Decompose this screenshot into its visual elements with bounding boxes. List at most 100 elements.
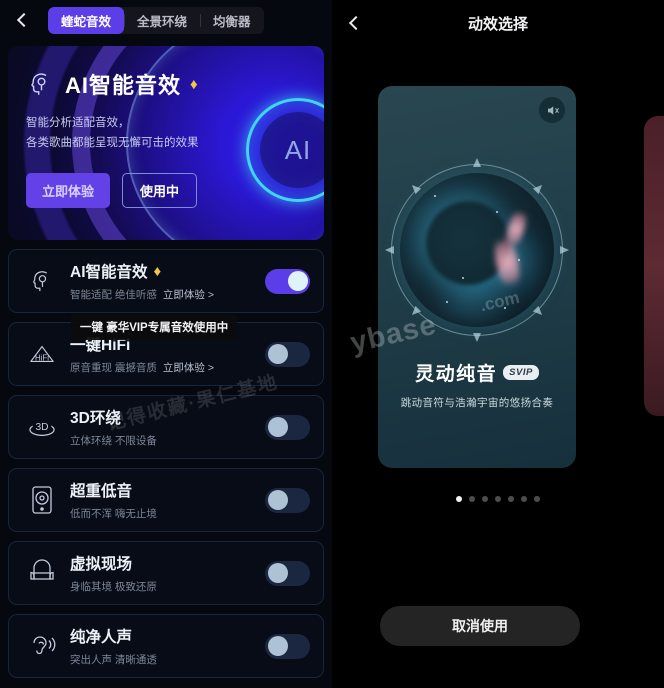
list-item-title: 纯净人声: [70, 629, 133, 646]
toggle-knob: [267, 636, 288, 656]
toggle-knob: [267, 490, 288, 510]
list-item-pure-vocal[interactable]: 纯净人声 突出人声 清晰通透: [8, 614, 324, 678]
carousel-dot[interactable]: [469, 496, 475, 502]
list-item-title-row: 纯净人声: [70, 625, 265, 647]
toggle-knob: [267, 417, 288, 437]
list-item-text: AI智能音效 ♦ 智能适配 绝佳听感 立即体验 >: [62, 260, 265, 302]
try-now-button[interactable]: 立即体验: [26, 173, 111, 209]
list-item-title: 3D环绕: [70, 410, 121, 427]
list-item-sub-row: 立体环绕 不限设备: [70, 433, 265, 448]
tab-viper-sound[interactable]: 蝰蛇音效: [48, 6, 125, 34]
list-item-subtitle: 立体环绕 不限设备: [70, 435, 157, 447]
list-item-subtitle: 原音重现 震撼音质: [70, 362, 157, 374]
svg-text:3D: 3D: [35, 422, 48, 433]
list-item-one-key-hifi[interactable]: 一键 豪华VIP专属音效使用中 HiFi 一键HiFi 原音重现 震撼音质 立即…: [8, 314, 324, 386]
tab-equalizer[interactable]: 均衡器: [200, 7, 264, 34]
cosmic-orb-graphic: [385, 158, 569, 342]
list-item-text: 虚拟现场 身临其境 极致还原: [62, 552, 265, 594]
orb-spike: [385, 246, 394, 254]
list-item-virtual-venue[interactable]: 虚拟现场 身临其境 极致还原: [8, 541, 324, 605]
orb-spike: [473, 333, 481, 342]
star-speck: [462, 277, 464, 279]
list-item-sub-row: 原音重现 震撼音质 立即体验 >: [70, 360, 265, 375]
star-speck: [518, 259, 520, 261]
armchair-icon: [22, 559, 62, 587]
3d-surround-icon: 3D: [22, 414, 62, 440]
tab-label: 蝰蛇音效: [61, 14, 112, 29]
hero-subtitle: 智能分析适配音效， 各类歌曲都能呈现无懈可击的效果: [26, 113, 324, 153]
list-item-sub-row: 低而不浑 嗨无止境: [70, 506, 265, 521]
effect-caption: 灵动纯音 SVIP 跳动音符与浩瀚宇宙的悠扬合奏: [378, 359, 576, 410]
orb-spike: [560, 246, 569, 254]
tab-label: 均衡器: [213, 14, 251, 29]
subwoofer-icon: [22, 485, 62, 515]
hero-title: AI智能音效: [65, 73, 182, 98]
list-item-subtitle: 智能适配 绝佳听感: [70, 289, 157, 301]
svip-badge: SVIP: [503, 365, 539, 380]
diamond-icon: ♦: [153, 262, 162, 280]
hifi-icon: HiFi: [22, 341, 62, 367]
list-item-subwoofer[interactable]: 超重低音 低而不浑 嗨无止境: [8, 468, 324, 532]
star-speck: [446, 301, 448, 303]
carousel-dot[interactable]: [482, 496, 488, 502]
list-item-ai-sound[interactable]: AI智能音效 ♦ 智能适配 绝佳听感 立即体验 >: [8, 249, 324, 313]
in-use-button[interactable]: 使用中: [122, 173, 198, 209]
list-item-title-row: 3D环绕: [70, 406, 265, 428]
carousel-dot[interactable]: [534, 496, 540, 502]
list-item-link[interactable]: 立即体验 >: [163, 360, 214, 375]
ear-icon: [22, 631, 62, 661]
effects-list: AI智能音效 ♦ 智能适配 绝佳听感 立即体验 > 一键 豪华VIP专属音效使用…: [0, 249, 332, 678]
toggle-knob: [267, 344, 288, 364]
toggle-virtual-venue[interactable]: [265, 560, 310, 586]
carousel-dots: [332, 496, 664, 502]
back-button[interactable]: [6, 4, 38, 36]
speaker-mute-icon[interactable]: [539, 97, 565, 123]
carousel-dot[interactable]: [521, 496, 527, 502]
list-item-text: 3D环绕 立体环绕 不限设备: [62, 406, 265, 448]
star-speck: [434, 195, 436, 197]
list-item-text: 纯净人声 突出人声 清晰通透: [62, 625, 265, 667]
dual-screen-container: 蝰蛇音效 全景环绕 均衡器 AI AI智能音效 ♦ 智能分析适配音效， 各类歌曲…: [0, 0, 664, 688]
page-title: 动效选择: [467, 15, 528, 33]
vip-tooltip: 一键 豪华VIP专属音效使用中: [71, 314, 238, 340]
cancel-use-button[interactable]: 取消使用: [380, 606, 580, 646]
list-item-sub-row: 智能适配 绝佳听感 立即体验 >: [70, 287, 265, 302]
next-effect-card-peek[interactable]: [644, 116, 664, 416]
orb-spike: [473, 158, 481, 167]
ai-brain-icon: [26, 69, 56, 99]
tab-surround[interactable]: 全景环绕: [124, 7, 200, 34]
toggle-knob: [267, 563, 288, 583]
list-item-title-row: 超重低音: [70, 479, 265, 501]
list-item-link[interactable]: 立即体验 >: [163, 287, 214, 302]
ai-brain-icon: [22, 267, 62, 295]
list-item-subtitle: 身临其境 极致还原: [70, 581, 157, 593]
toggle-ai-sound[interactable]: [265, 268, 310, 294]
carousel-dot[interactable]: [508, 496, 514, 502]
carousel-dot[interactable]: [495, 496, 501, 502]
list-item-3d-surround[interactable]: 3D 3D环绕 立体环绕 不限设备: [8, 395, 324, 459]
effect-picker-screen: 动效选择 灵动纯音 SVIP 跳动音符与浩瀚宇宙的悠扬合奏 取消使用 ybase…: [332, 0, 664, 688]
toggle-pure-vocal[interactable]: [265, 633, 310, 659]
carousel-dot[interactable]: [456, 496, 462, 502]
right-top-bar: 动效选择: [332, 0, 664, 46]
toggle-subwoofer[interactable]: [265, 487, 310, 513]
list-item-title-row: AI智能音效 ♦: [70, 260, 265, 282]
ai-sound-hero-banner[interactable]: AI AI智能音效 ♦ 智能分析适配音效， 各类歌曲都能呈现无懈可击的效果 立即…: [8, 46, 324, 240]
effect-card-active[interactable]: 灵动纯音 SVIP 跳动音符与浩瀚宇宙的悠扬合奏: [378, 86, 576, 468]
toggle-one-key-hifi[interactable]: [265, 341, 310, 367]
tab-label: 全景环绕: [137, 14, 188, 29]
list-item-title: 虚拟现场: [70, 556, 133, 573]
toggle-3d-surround[interactable]: [265, 414, 310, 440]
list-item-subtitle: 低而不浑 嗨无止境: [70, 508, 157, 520]
effect-title: 灵动纯音: [415, 364, 498, 385]
list-item-title: AI智能音效: [70, 264, 148, 281]
sound-effects-screen: 蝰蛇音效 全景环绕 均衡器 AI AI智能音效 ♦ 智能分析适配音效， 各类歌曲…: [0, 0, 332, 688]
hero-content: AI智能音效 ♦ 智能分析适配音效， 各类歌曲都能呈现无懈可击的效果 立即体验 …: [8, 46, 324, 209]
hero-subtitle-line1: 智能分析适配音效，: [26, 117, 130, 129]
list-item-sub-row: 身临其境 极致还原: [70, 579, 265, 594]
chevron-left-icon: [16, 12, 31, 28]
star-speck: [496, 211, 498, 213]
hero-subtitle-line2: 各类歌曲都能呈现无懈可击的效果: [26, 137, 199, 150]
tooltip-text: 一键 豪华VIP专属音效使用中: [80, 322, 229, 334]
list-item-text: 超重低音 低而不浑 嗨无止境: [62, 479, 265, 521]
